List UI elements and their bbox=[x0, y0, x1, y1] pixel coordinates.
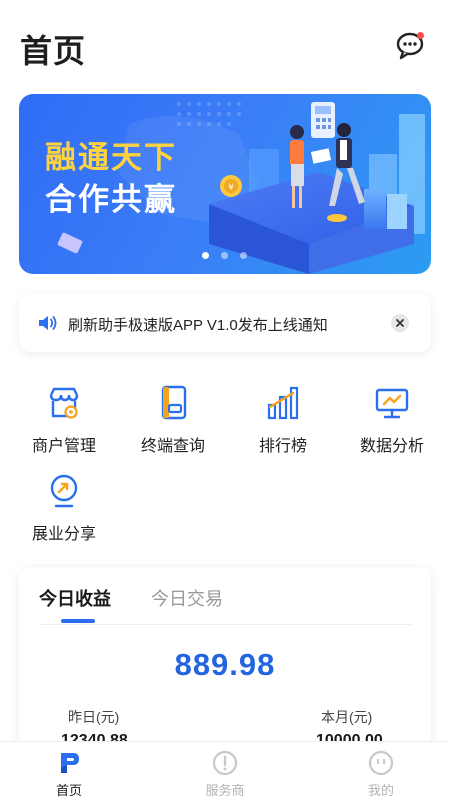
menu-item-label: 排行榜 bbox=[258, 438, 307, 455]
share-badge-icon bbox=[50, 474, 78, 508]
store-icon bbox=[49, 387, 79, 419]
message-button[interactable] bbox=[395, 30, 427, 62]
menu-item-label: 展业分享 bbox=[31, 526, 96, 543]
today-income-amount: 889.98 bbox=[174, 647, 276, 682]
nav-item-service-provider[interactable]: 服务商 bbox=[150, 742, 300, 800]
header: 首页 bbox=[0, 0, 450, 92]
tab-today-transactions[interactable]: 今日交易 bbox=[151, 585, 223, 611]
menu-item-data-analysis[interactable]: 数据分析 bbox=[336, 385, 448, 465]
banner-headline: 融通天下 bbox=[45, 140, 177, 175]
menu-item-label: 商户管理 bbox=[31, 438, 96, 455]
tab-today-income[interactable]: 今日收益 bbox=[39, 585, 111, 611]
active-tab-indicator bbox=[61, 619, 95, 623]
menu-item-merchant-management[interactable]: 商户管理 bbox=[8, 385, 120, 465]
pagination-dot[interactable] bbox=[202, 252, 209, 259]
pagination-dot[interactable] bbox=[221, 252, 228, 259]
svg-text:¥: ¥ bbox=[228, 183, 234, 193]
banner-pagination bbox=[202, 252, 247, 259]
banner-subheadline: 合作共赢 bbox=[45, 182, 177, 217]
divider bbox=[39, 624, 411, 625]
nav-item-home[interactable]: 首页 bbox=[0, 742, 144, 800]
notice-close-button[interactable] bbox=[391, 314, 409, 332]
nav-label: 我的 bbox=[367, 783, 394, 798]
menu-item-leaderboard[interactable]: 排行榜 bbox=[227, 385, 339, 465]
home-logo-icon bbox=[61, 753, 79, 773]
speaker-icon bbox=[39, 316, 57, 330]
pagination-dot[interactable] bbox=[240, 252, 247, 259]
nav-label: 服务商 bbox=[205, 783, 245, 798]
profile-icon bbox=[368, 750, 394, 776]
analytics-board-icon bbox=[375, 388, 409, 419]
menu-item-business-share[interactable]: 展业分享 bbox=[8, 473, 120, 553]
bottom-nav: 首页 服务商 我的 bbox=[0, 741, 450, 800]
notice-text: 刷新助手极速版APP V1.0发布上线通知 bbox=[68, 317, 328, 334]
menu-item-terminal-query[interactable]: 终端查询 bbox=[117, 385, 229, 465]
ranking-chart-icon bbox=[267, 386, 299, 420]
service-provider-icon bbox=[212, 750, 238, 776]
page-title: 首页 bbox=[20, 33, 87, 69]
menu-item-label: 数据分析 bbox=[359, 438, 424, 455]
unread-dot bbox=[417, 32, 424, 39]
month-label: 本月(元) bbox=[321, 709, 373, 725]
pos-terminal-icon bbox=[161, 385, 187, 420]
yesterday-label: 昨日(元) bbox=[68, 709, 120, 725]
close-icon bbox=[396, 319, 404, 327]
promo-banner[interactable]: ¥ 融通天下 合作共赢 bbox=[19, 94, 431, 274]
nav-item-mine[interactable]: 我的 bbox=[306, 742, 450, 800]
menu-item-label: 终端查询 bbox=[140, 438, 205, 455]
nav-label: 首页 bbox=[55, 783, 82, 798]
notice-bar[interactable]: 刷新助手极速版APP V1.0发布上线通知 bbox=[19, 294, 431, 352]
